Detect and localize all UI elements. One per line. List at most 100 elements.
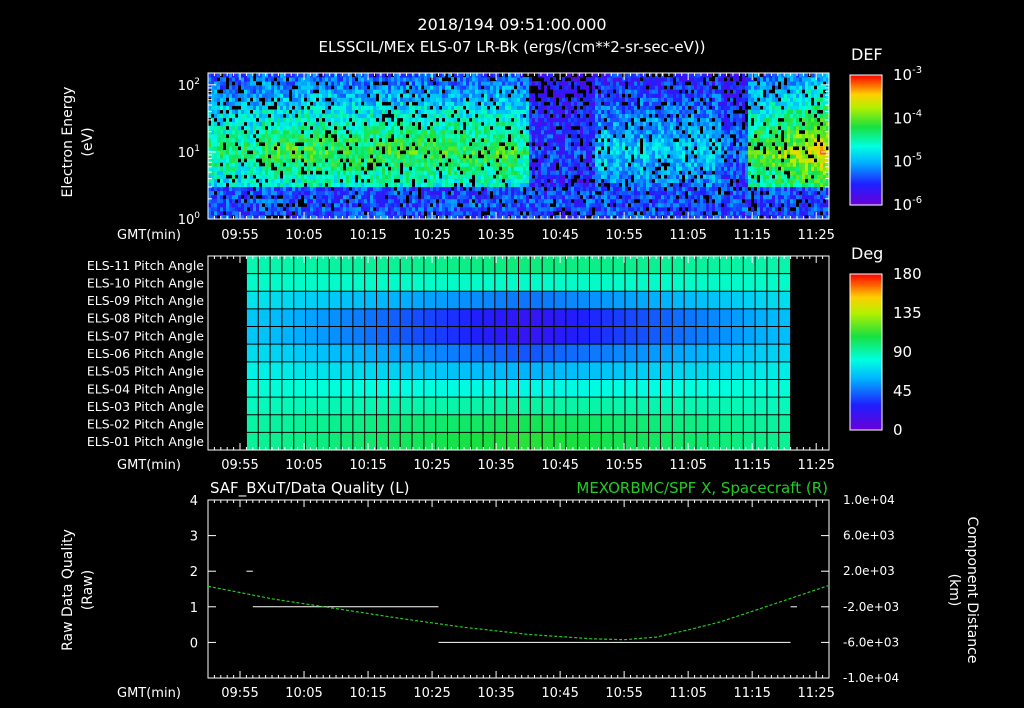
spectrogram-cell — [379, 133, 382, 139]
spectrogram-cell — [535, 129, 538, 135]
spectrogram-cell — [337, 178, 340, 183]
spectrogram-cell — [328, 182, 331, 188]
spectrogram-cell — [661, 194, 664, 200]
spectrogram-cell — [487, 97, 490, 102]
spectrogram-cell — [592, 125, 595, 131]
spectrogram-cell — [331, 117, 334, 123]
spectrogram-cell — [640, 113, 643, 119]
spectrogram-cell — [649, 186, 652, 192]
spectrogram-cell — [595, 182, 598, 188]
spectrogram-cell — [388, 73, 391, 78]
spectrogram-cell — [460, 158, 463, 163]
spectrogram-cell — [685, 162, 688, 167]
spectrogram-cell — [604, 137, 607, 143]
spectrogram-cell — [562, 121, 565, 127]
spectrogram-cell — [514, 129, 517, 135]
spectrogram-cell — [634, 158, 637, 163]
spectrogram-cell — [616, 162, 619, 167]
spectrogram-cell — [493, 73, 496, 78]
spectrogram-cell — [454, 146, 457, 151]
spectrogram-cell — [433, 101, 436, 106]
spectrogram-cell — [301, 206, 304, 212]
spectrogram-cell — [544, 182, 547, 188]
spectrogram-cell — [319, 198, 322, 204]
spectrogram-cell — [511, 178, 514, 183]
spectrogram-cell — [514, 194, 517, 200]
spectrogram-cell — [316, 210, 319, 216]
spectrogram-cell — [529, 178, 532, 183]
spectrogram-cell — [406, 182, 409, 188]
spectrogram-cell — [340, 210, 343, 216]
spectrogram-cell — [457, 97, 460, 102]
spectrogram-cell — [373, 121, 376, 127]
spectrogram-cell — [274, 154, 277, 159]
spectrogram-cell — [241, 206, 244, 212]
spectrogram-cell — [508, 109, 511, 115]
spectrogram-cell — [487, 89, 490, 94]
spectrogram-cell — [232, 186, 235, 192]
spectrogram-cell — [421, 202, 424, 208]
spectrogram-cell — [571, 117, 574, 123]
spectrogram-cell — [307, 146, 310, 151]
spectrogram-cell — [403, 166, 406, 171]
spectrogram-cell — [535, 141, 538, 147]
spectrogram-cell — [340, 105, 343, 110]
spectrogram-cell — [652, 198, 655, 204]
spectrogram-cell — [409, 141, 412, 147]
spectrogram-cell — [685, 174, 688, 179]
spectrogram-cell — [283, 178, 286, 183]
spectrogram-cell — [298, 178, 301, 183]
spectrogram-cell — [463, 133, 466, 139]
spectrogram-cell — [301, 190, 304, 196]
spectrogram-cell — [616, 137, 619, 143]
spectrogram-cell — [502, 133, 505, 139]
spectrogram-cell — [574, 81, 577, 86]
spectrogram-cell — [487, 182, 490, 188]
spectrogram-cell — [262, 174, 265, 179]
spectrogram-cell — [394, 89, 397, 94]
spectrogram-cell — [289, 129, 292, 135]
spectrogram-cell — [274, 194, 277, 200]
spectrogram-cell — [526, 194, 529, 200]
spectrogram-cell — [478, 158, 481, 163]
spectrogram-cell — [328, 125, 331, 131]
spectrogram-cell — [517, 202, 520, 208]
spectrogram-cell — [550, 101, 553, 106]
spectrogram-cell — [367, 109, 370, 115]
spectrogram-cell — [523, 97, 526, 102]
spectrogram-cell — [472, 206, 475, 212]
spectrogram-cell — [352, 105, 355, 110]
spectrogram-cell — [658, 202, 661, 208]
spectrogram-cell — [355, 162, 358, 167]
spectrogram-cell — [514, 89, 517, 94]
spectrogram-cell — [361, 109, 364, 115]
spectrogram-cell — [583, 81, 586, 86]
spectrogram-cell — [313, 141, 316, 147]
spectrogram-cell — [370, 202, 373, 208]
spectrogram-cell — [634, 206, 637, 212]
spectrogram-cell — [244, 186, 247, 192]
spectrogram-cell — [655, 178, 658, 183]
spectrogram-cell — [388, 77, 391, 82]
spectrogram-cell — [295, 129, 298, 135]
spectrogram-cell — [310, 109, 313, 115]
spectrogram-cell — [274, 113, 277, 119]
spectrogram-cell — [379, 210, 382, 216]
spectrogram-cell — [358, 198, 361, 204]
spectrogram-cell — [259, 105, 262, 110]
spectrogram-cell — [274, 97, 277, 102]
spectrogram-cell — [670, 109, 673, 115]
spectrogram-cell — [475, 194, 478, 200]
spectrogram-cell — [247, 105, 250, 110]
spectrogram-cell — [532, 182, 535, 188]
spectrogram-cell — [562, 190, 565, 196]
spectrogram-cell — [349, 105, 352, 110]
spectrogram-cell — [598, 194, 601, 200]
spectrogram-cell — [682, 113, 685, 119]
spectrogram-cell — [544, 129, 547, 135]
spectrogram-cell — [250, 113, 253, 119]
spectrogram-cell — [262, 81, 265, 86]
spectrogram-cell — [481, 170, 484, 175]
spectrogram-cell — [424, 121, 427, 127]
spectrogram-cell — [298, 81, 301, 86]
